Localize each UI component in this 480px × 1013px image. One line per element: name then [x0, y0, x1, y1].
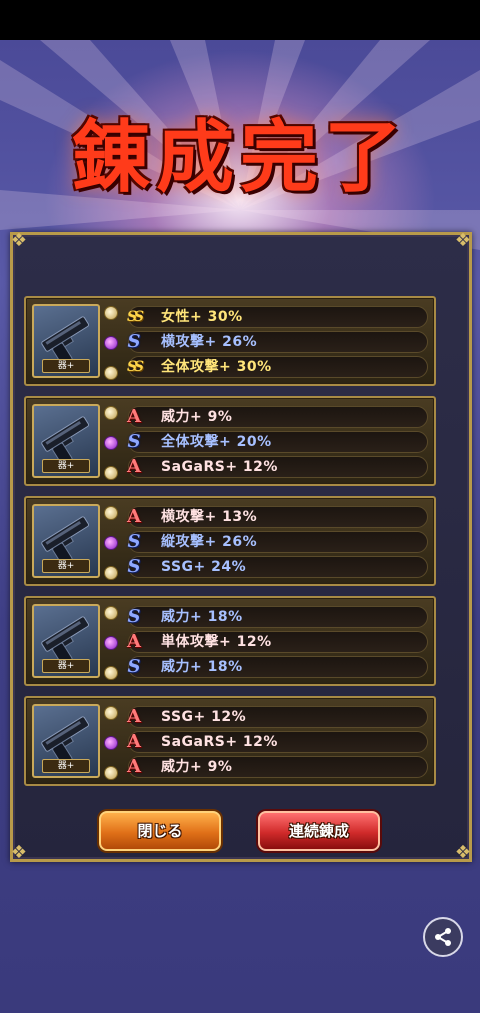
close-button[interactable]: 閉じる: [99, 811, 221, 851]
weapon-level-label: 器+: [42, 459, 90, 473]
stat-text: 威力+ 18%: [161, 659, 243, 675]
purple-socket-gem: [104, 636, 118, 650]
stat-row: SS 全体攻撃+ 30%: [127, 356, 428, 378]
weapon-level-label: 器+: [42, 759, 90, 773]
rank-s-icon: S: [127, 331, 141, 352]
rank-s-icon: S: [127, 556, 141, 577]
stat-row: S SSG+ 24%: [128, 556, 428, 578]
result-title: 錬成完了: [71, 112, 408, 203]
stat-text: 全体攻撃+ 20%: [161, 434, 272, 450]
purple-socket-gem: [104, 436, 118, 450]
corner-ornament: ❖: [454, 230, 472, 251]
white-socket-gem: [104, 606, 118, 620]
white-socket-gem: [104, 466, 118, 480]
weapon-level-label: 器+: [42, 559, 90, 573]
stat-row: A SaGaRS+ 12%: [127, 731, 428, 753]
handgun-icon: [41, 716, 90, 764]
stat-row: A SSG+ 12%: [127, 706, 428, 728]
purple-socket-gem: [104, 736, 118, 750]
stat-row: SS 女性+ 30%: [127, 306, 428, 328]
weapon-thumbnail[interactable]: 器+: [32, 604, 100, 678]
rank-a-icon: A: [127, 406, 141, 427]
share-icon: [435, 928, 451, 946]
stat-text: SSG+ 24%: [161, 559, 247, 575]
rank-a-icon: A: [127, 706, 141, 727]
white-socket-gem: [104, 566, 118, 580]
stat-row: S 全体攻撃+ 20%: [128, 431, 428, 453]
stat-row: A 威力+ 9%: [127, 406, 428, 428]
stat-row: A 単体攻撃+ 12%: [127, 631, 428, 653]
handgun-icon: [41, 616, 90, 664]
stat-text: 威力+ 18%: [161, 609, 243, 625]
white-socket-gem: [104, 766, 118, 780]
rank-s-icon: S: [127, 431, 141, 452]
socket-column: [104, 402, 118, 482]
white-socket-gem: [104, 406, 118, 420]
rank-s-icon: S: [127, 606, 141, 627]
stat-text: 縦攻撃+ 26%: [161, 534, 258, 550]
rank-a-icon: A: [127, 756, 141, 777]
stat-text: 女性+ 30%: [161, 309, 243, 325]
weapon-level-label: 器+: [42, 359, 90, 373]
weapon-thumbnail[interactable]: 器+: [32, 504, 100, 578]
refine-result-card: 器+ SS 女性+ 30% S 横攻撃+ 26% SS 全体攻撃+ 30%: [24, 296, 436, 386]
stat-text: 横攻撃+ 13%: [161, 509, 258, 525]
refine-result-card: 器+ A SSG+ 12% A SaGaRS+ 12% A 威力+ 9%: [24, 696, 436, 786]
socket-column: [104, 602, 118, 682]
white-socket-gem: [104, 506, 118, 520]
handgun-icon: [41, 516, 90, 564]
socket-column: [104, 702, 118, 782]
stat-text: 威力+ 9%: [161, 759, 233, 775]
rank-ss-icon: SS: [127, 309, 144, 325]
refine-result-card: 器+ A 横攻撃+ 13% S 縦攻撃+ 26% S SSG+ 24%: [24, 496, 436, 586]
handgun-icon: [41, 316, 90, 364]
stat-row: S 威力+ 18%: [128, 656, 428, 678]
weapon-thumbnail[interactable]: 器+: [32, 404, 100, 478]
weapon-level-label: 器+: [42, 659, 90, 673]
stat-text: 威力+ 9%: [161, 409, 233, 425]
white-socket-gem: [104, 366, 118, 380]
weapon-thumbnail[interactable]: 器+: [32, 704, 100, 778]
stat-text: SSG+ 12%: [161, 709, 247, 725]
rank-s-icon: S: [127, 656, 141, 677]
status-bar: [0, 0, 480, 40]
rank-a-icon: A: [127, 506, 141, 527]
corner-ornament: ❖: [10, 230, 28, 251]
stat-row: A SaGaRS+ 12%: [127, 456, 428, 478]
purple-socket-gem: [104, 336, 118, 350]
refine-result-card: 器+ S 威力+ 18% A 単体攻撃+ 12% S 威力+ 18%: [24, 596, 436, 686]
rank-s-icon: S: [127, 531, 141, 552]
stat-text: SaGaRS+ 12%: [161, 734, 278, 750]
purple-socket-gem: [104, 536, 118, 550]
stat-text: 全体攻撃+ 30%: [161, 359, 272, 375]
corner-ornament: ❖: [10, 842, 28, 863]
stat-text: 単体攻撃+ 12%: [161, 634, 272, 650]
rank-ss-icon: SS: [127, 359, 144, 375]
handgun-icon: [41, 416, 90, 464]
socket-column: [104, 302, 118, 382]
stat-row: A 威力+ 9%: [127, 756, 428, 778]
rank-a-icon: A: [127, 456, 141, 477]
stat-row: S 縦攻撃+ 26%: [128, 531, 428, 553]
stat-row: A 横攻撃+ 13%: [127, 506, 428, 528]
white-socket-gem: [104, 666, 118, 680]
white-socket-gem: [104, 306, 118, 320]
rank-a-icon: A: [127, 631, 141, 652]
corner-ornament: ❖: [454, 842, 472, 863]
continue-refine-button[interactable]: 連続錬成: [258, 811, 380, 851]
stat-text: 横攻撃+ 26%: [161, 334, 258, 350]
stat-row: S 威力+ 18%: [128, 606, 428, 628]
rank-a-icon: A: [127, 731, 141, 752]
stat-text: SaGaRS+ 12%: [161, 459, 278, 475]
stat-row: S 横攻撃+ 26%: [128, 331, 428, 353]
weapon-thumbnail[interactable]: 器+: [32, 304, 100, 378]
refine-result-card: 器+ A 威力+ 9% S 全体攻撃+ 20% A SaGaRS+ 12%: [24, 396, 436, 486]
white-socket-gem: [104, 706, 118, 720]
socket-column: [104, 502, 118, 582]
share-button[interactable]: [423, 917, 463, 957]
